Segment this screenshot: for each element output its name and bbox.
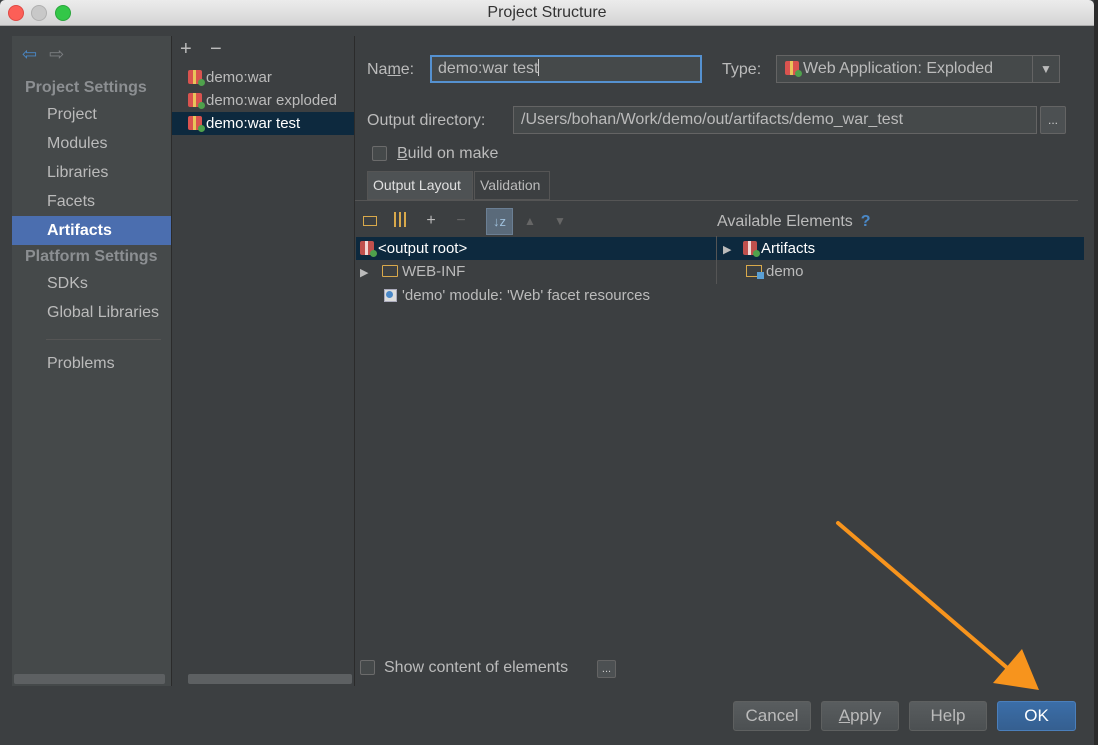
name-label: Name: <box>367 61 415 78</box>
splitter[interactable] <box>354 36 355 686</box>
back-arrow-icon[interactable]: ⇦ <box>22 44 37 64</box>
apply-button[interactable]: Apply <box>821 701 899 731</box>
artifact-item-demo-war-test[interactable]: demo:war test <box>172 112 354 135</box>
available-item-label: demo <box>766 263 804 280</box>
chevron-down-icon[interactable]: ▼ <box>1032 56 1059 82</box>
tree-item-label: <output root> <box>378 240 468 257</box>
ok-button[interactable]: OK <box>997 701 1076 731</box>
tab-divider <box>355 200 1078 201</box>
artifact-item-label: demo:war exploded <box>206 92 337 109</box>
build-on-make-checkbox[interactable] <box>372 146 387 161</box>
show-content-checkbox[interactable] <box>360 660 375 675</box>
output-directory-label: Output directory: <box>367 112 486 129</box>
window-title: Project Structure <box>487 4 607 21</box>
artifact-item-demo-war-exploded[interactable]: demo:war exploded <box>172 89 354 112</box>
show-content-options-button[interactable]: ... <box>597 660 616 678</box>
project-settings-header: Project Settings <box>25 79 147 96</box>
output-root-icon <box>360 241 377 257</box>
web-app-icon <box>785 61 802 77</box>
available-item-artifacts[interactable]: ▶ Artifacts <box>717 237 1084 260</box>
tree-item-output-root[interactable]: <output root> <box>356 237 720 260</box>
help-button[interactable]: Help <box>909 701 987 731</box>
module-folder-icon <box>746 265 764 279</box>
sidebar-item-facets[interactable]: Facets <box>12 187 171 216</box>
cancel-button[interactable]: Cancel <box>733 701 811 731</box>
title-bar: Project Structure <box>0 0 1094 26</box>
create-archive-icon[interactable] <box>390 211 410 231</box>
web-resources-icon <box>384 289 397 302</box>
sidebar-divider <box>46 339 161 340</box>
artifact-item-demo-war[interactable]: demo:war <box>172 66 354 89</box>
available-elements-header: Available Elements? <box>717 213 871 230</box>
expand-arrow-icon[interactable]: ▶ <box>360 262 374 285</box>
available-item-label: Artifacts <box>761 240 816 257</box>
artifacts-icon <box>743 241 760 257</box>
expand-arrow-icon[interactable]: ▶ <box>723 239 737 262</box>
artifact-item-label: demo:war <box>206 69 272 86</box>
sidebar-item-artifacts[interactable]: Artifacts <box>12 216 171 245</box>
show-content-label[interactable]: Show content of elements <box>384 659 568 677</box>
folder-icon <box>382 265 398 277</box>
tab-validation[interactable]: Validation <box>474 171 550 200</box>
sidebar-item-problems[interactable]: Problems <box>12 349 171 378</box>
name-field-value: demo:war test <box>438 60 539 77</box>
artifact-icon <box>188 93 205 109</box>
sidebar-item-libraries[interactable]: Libraries <box>12 158 171 187</box>
sidebar-item-global-libraries[interactable]: Global Libraries <box>12 298 171 327</box>
remove-artifact-button[interactable]: − <box>210 38 222 61</box>
window-edge <box>1094 0 1098 745</box>
artifact-list-scrollbar[interactable] <box>188 674 352 684</box>
remove-element-button[interactable]: − <box>451 211 471 231</box>
name-field[interactable]: demo:war test <box>430 55 702 83</box>
tree-item-web-inf[interactable]: ▶ WEB-INF <box>360 260 465 283</box>
tree-item-label: WEB-INF <box>402 263 466 280</box>
sort-elements-icon[interactable]: ↓z <box>486 208 513 235</box>
forward-arrow-icon[interactable]: ⇨ <box>49 44 64 64</box>
browse-output-directory-button[interactable]: ... <box>1040 106 1066 134</box>
artifact-icon <box>188 70 205 86</box>
move-up-icon[interactable]: ▲ <box>520 211 540 231</box>
tab-output-layout[interactable]: Output Layout <box>367 171 473 200</box>
output-directory-field[interactable]: /Users/bohan/Work/demo/out/artifacts/dem… <box>513 106 1037 134</box>
sidebar-item-sdks[interactable]: SDKs <box>12 269 171 298</box>
move-down-icon[interactable]: ▼ <box>550 211 570 231</box>
sidebar-item-project[interactable]: Project <box>12 100 171 129</box>
sidebar-scrollbar[interactable] <box>14 674 165 684</box>
artifact-list-panel: + − demo:war demo:war exploded demo:war … <box>172 36 354 686</box>
create-directory-icon[interactable] <box>360 211 380 231</box>
sidebar-item-modules[interactable]: Modules <box>12 129 171 158</box>
type-combobox[interactable]: Web Application: Exploded ▼ <box>776 55 1060 83</box>
artifact-icon <box>188 116 205 132</box>
add-artifact-button[interactable]: + <box>180 38 192 61</box>
artifact-item-label: demo:war test <box>206 115 301 132</box>
settings-sidebar: ⇦ ⇨ Project Settings Project Modules Libr… <box>12 36 171 686</box>
available-item-demo[interactable]: demo <box>746 260 804 283</box>
build-on-make-label[interactable]: Build on make <box>397 145 498 163</box>
help-icon[interactable]: ? <box>861 213 871 230</box>
platform-settings-header: Platform Settings <box>25 248 158 265</box>
type-combobox-value: Web Application: Exploded <box>803 60 994 77</box>
tree-item-label: 'demo' module: 'Web' facet resources <box>402 287 650 304</box>
add-element-button[interactable]: + <box>421 211 441 231</box>
history-navigation: ⇦ ⇨ <box>22 44 64 65</box>
type-label: Type: <box>722 61 762 78</box>
tree-item-web-facet-resources[interactable]: 'demo' module: 'Web' facet resources <box>384 284 650 307</box>
